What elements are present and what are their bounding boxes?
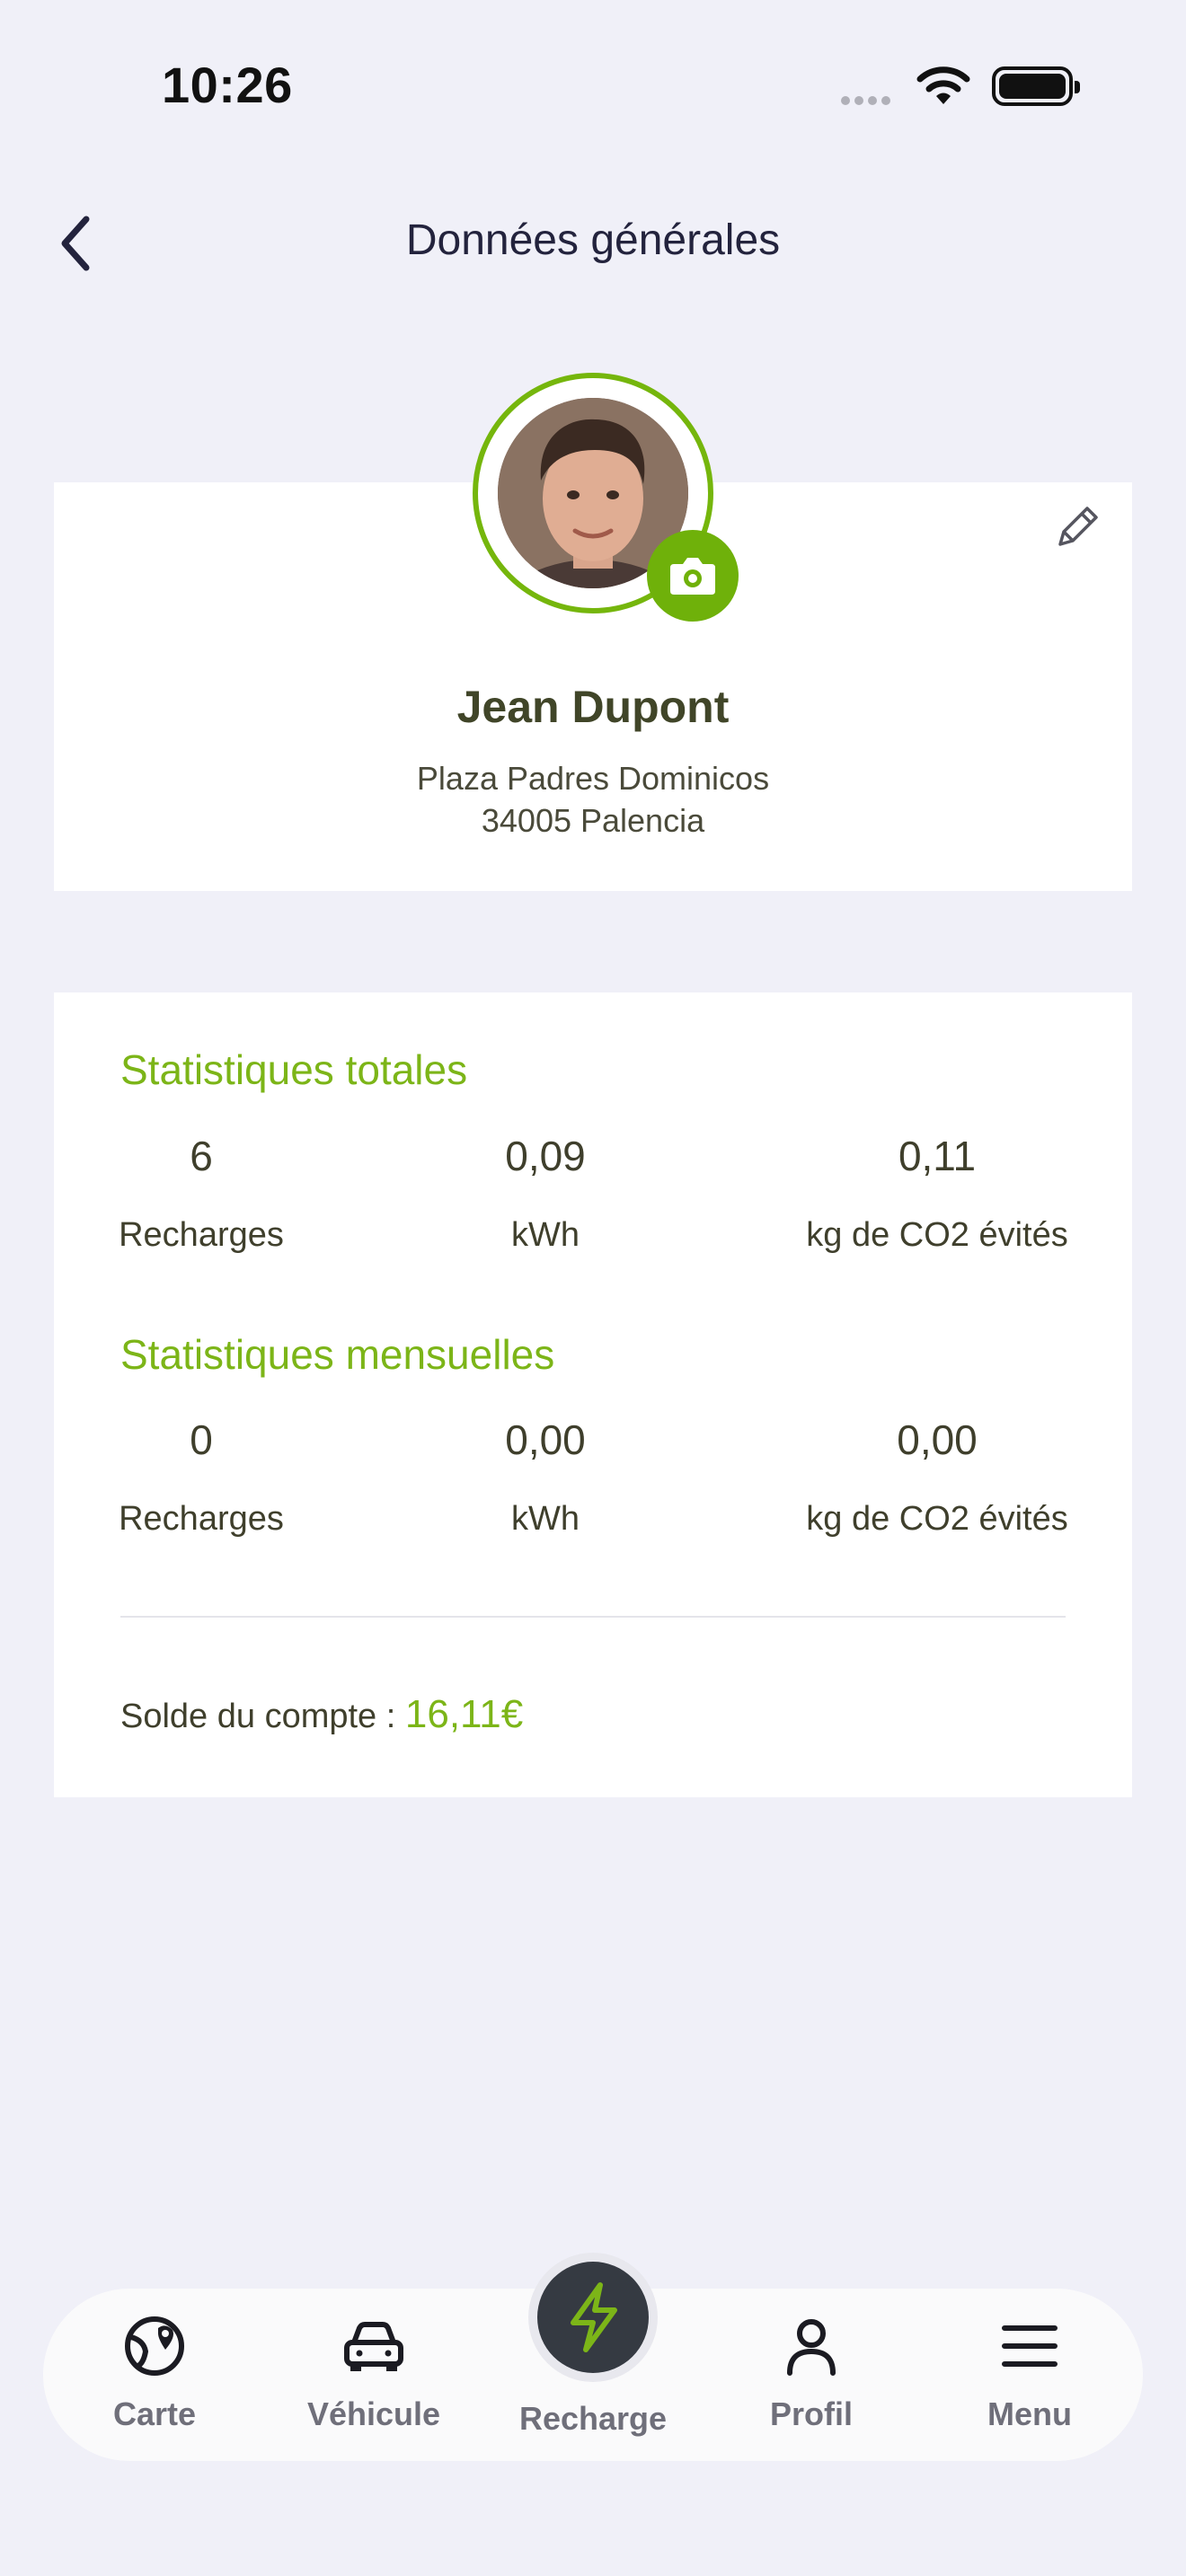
nav-label-carte: Carte — [112, 2395, 197, 2432]
total-kwh-label: kWh — [511, 1216, 580, 1254]
status-time: 10:26 — [162, 57, 293, 113]
nav-item-vehicule[interactable]: Véhicule — [284, 2310, 464, 2433]
total-recharges-value: 6 — [190, 1133, 213, 1179]
address-line-1: Plaza Padres Dominicos — [416, 760, 770, 797]
nav-item-carte[interactable]: Carte — [65, 2310, 244, 2433]
nav-item-menu[interactable]: Menu — [940, 2310, 1120, 2433]
change-photo-button[interactable] — [647, 530, 739, 622]
account-balance: Solde du compte : 16,11€ — [120, 1692, 523, 1737]
nav-label-menu: Menu — [987, 2395, 1072, 2432]
balance-value: 16,11€ — [404, 1692, 524, 1736]
nav-item-recharge[interactable]: Recharge — [503, 2400, 683, 2438]
balance-label: Solde du compte : — [120, 1698, 396, 1735]
signal-dots-icon — [841, 93, 895, 110]
nav-item-profil[interactable]: Profil — [721, 2310, 901, 2433]
total-stats-title: Statistiques totales — [120, 1046, 468, 1093]
total-co2-label: kg de CO2 évités — [806, 1216, 1068, 1254]
nav-label-recharge: Recharge — [518, 2400, 668, 2437]
map-pin-globe-icon — [125, 2316, 184, 2376]
nav-label-profil: Profil — [769, 2395, 853, 2432]
monthly-recharges-label: Recharges — [119, 1500, 284, 1538]
monthly-co2-value: 0,00 — [897, 1416, 978, 1463]
page-title: Données générales — [405, 216, 781, 264]
statistics-card — [54, 992, 1132, 1797]
total-kwh-value: 0,09 — [505, 1133, 586, 1179]
monthly-kwh-label: kWh — [511, 1500, 580, 1538]
user-icon — [787, 2319, 836, 2376]
recharge-button[interactable] — [528, 2253, 658, 2382]
edit-pencil-icon[interactable] — [1051, 501, 1103, 553]
car-icon — [344, 2322, 403, 2371]
monthly-co2-label: kg de CO2 évités — [806, 1500, 1068, 1538]
hamburger-menu-icon — [1002, 2325, 1058, 2367]
monthly-recharges-value: 0 — [190, 1416, 213, 1463]
total-co2-value: 0,11 — [898, 1133, 977, 1179]
lightning-icon — [571, 2282, 617, 2352]
divider — [120, 1616, 1066, 1618]
wifi-icon — [916, 66, 970, 104]
nav-label-vehicule: Véhicule — [306, 2395, 441, 2432]
profile-name: Jean Dupont — [456, 682, 730, 732]
monthly-kwh-value: 0,00 — [505, 1416, 586, 1463]
address-line-2: 34005 Palencia — [481, 802, 705, 839]
monthly-stats-title: Statistiques mensuelles — [120, 1331, 555, 1378]
total-recharges-label: Recharges — [119, 1216, 284, 1254]
camera-icon — [670, 558, 715, 595]
battery-icon — [992, 66, 1080, 106]
